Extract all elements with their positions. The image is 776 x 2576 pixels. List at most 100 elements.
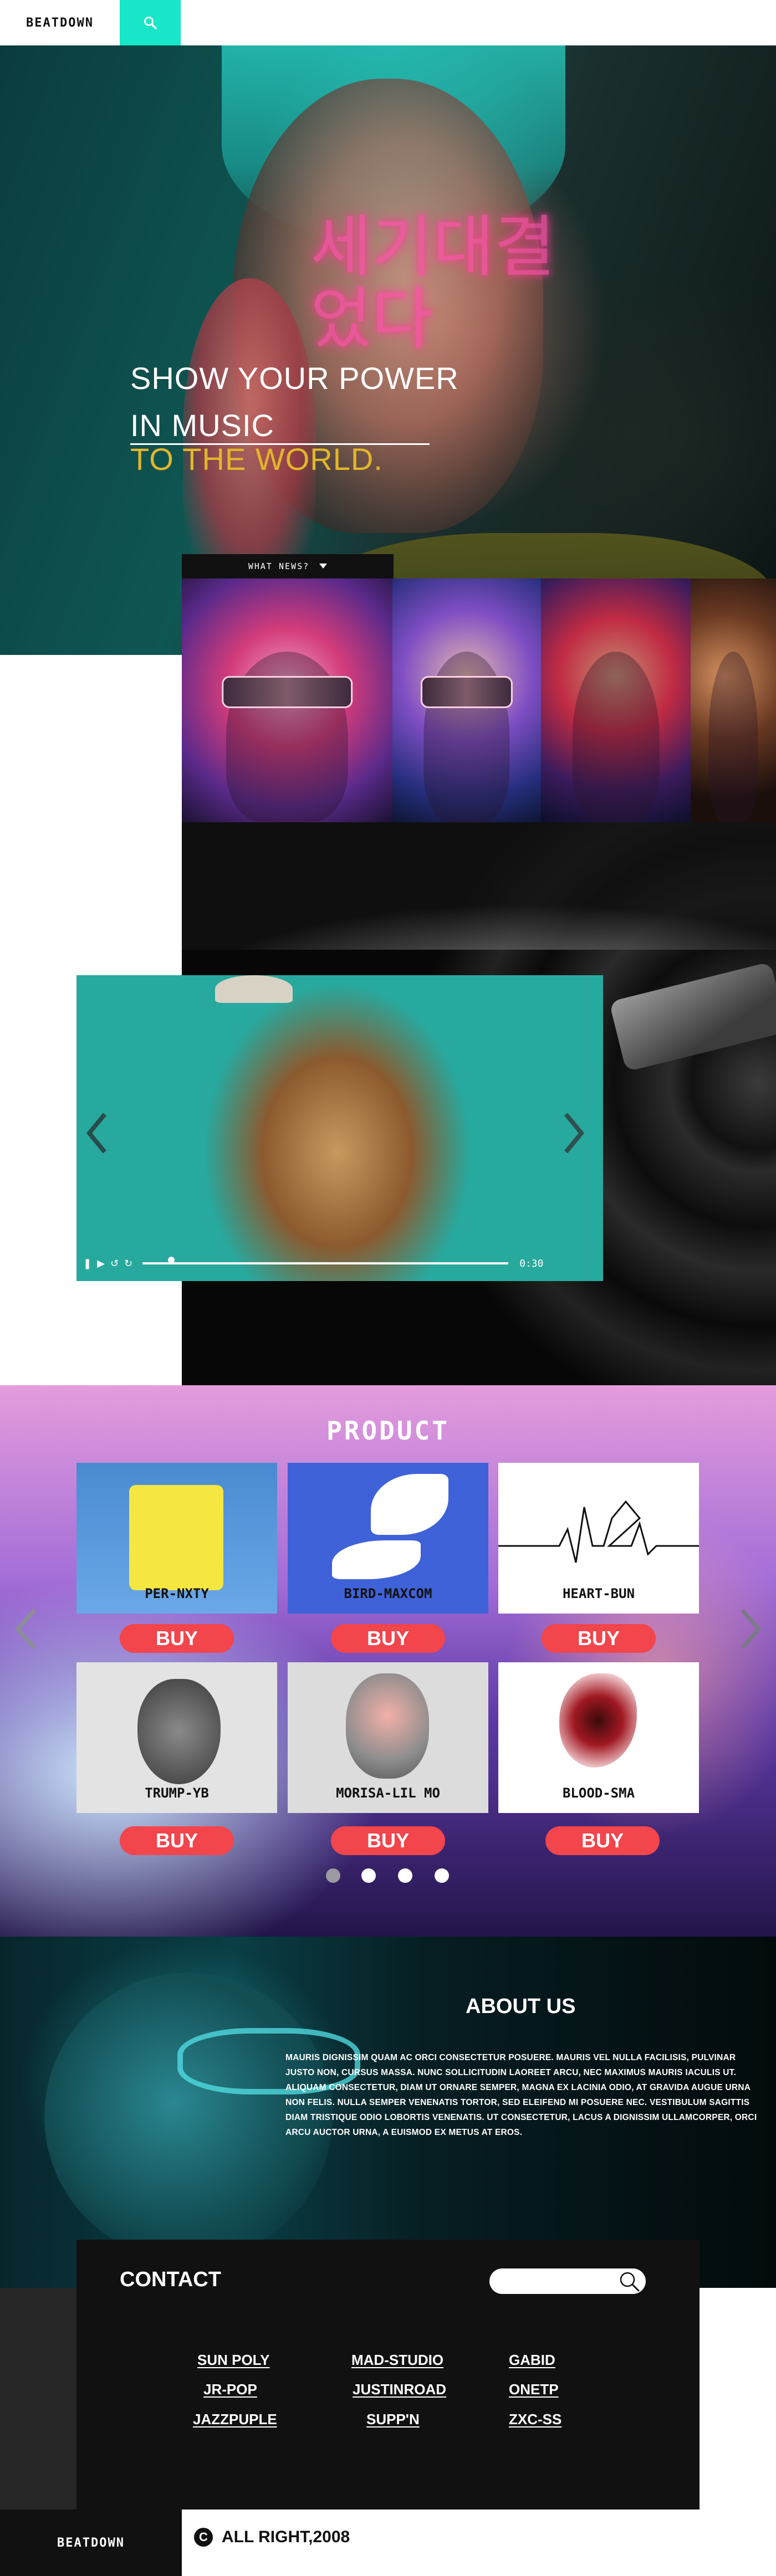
product-name: TRUMP-YB bbox=[145, 1785, 209, 1801]
buy-button[interactable]: BUY bbox=[542, 1624, 656, 1653]
about-title: ABOUT US bbox=[466, 1995, 576, 2018]
copyright-text: ALL RIGHT,2008 bbox=[222, 2528, 350, 2546]
product-next-arrow[interactable] bbox=[739, 1607, 763, 1659]
carousel-dot[interactable] bbox=[398, 1868, 412, 1883]
cassette-glasses-graphic bbox=[420, 676, 513, 708]
statue-graphic bbox=[346, 1673, 429, 1779]
search-icon bbox=[144, 17, 157, 29]
video-prev-arrow[interactable] bbox=[86, 1111, 108, 1162]
buy-button[interactable]: BUY bbox=[120, 1826, 234, 1855]
video-time: 0:30 bbox=[519, 1257, 544, 1269]
chevron-right-icon bbox=[741, 1609, 762, 1650]
buy-button[interactable]: BUY bbox=[545, 1826, 660, 1855]
contact-link-justinroad[interactable]: JUSTINROAD bbox=[353, 2381, 446, 2398]
nav-dot bbox=[244, 35, 248, 39]
buy-button[interactable]: BUY bbox=[120, 1624, 234, 1653]
vinyl-record-graphic bbox=[182, 822, 776, 950]
contact-link-zxc-ss[interactable]: ZXC-SS bbox=[509, 2411, 561, 2428]
product-card-2[interactable]: BIRD-MAXCOM bbox=[288, 1463, 488, 1614]
chevron-left-icon bbox=[15, 1609, 36, 1650]
product-card-3[interactable]: HEART-BUN bbox=[498, 1463, 699, 1614]
contact-title: CONTACT bbox=[120, 2268, 221, 2291]
product-card-4[interactable]: TRUMP-YB bbox=[76, 1662, 277, 1813]
chevron-right-icon bbox=[564, 1113, 585, 1154]
product-card-1[interactable]: PER-NXTY bbox=[76, 1463, 277, 1614]
what-news-dropdown[interactable]: WHAT NEWS? bbox=[182, 554, 394, 578]
product-name: MORISA-LIL MO bbox=[336, 1785, 440, 1801]
contact-search-input[interactable] bbox=[497, 2273, 608, 2290]
bird-graphic bbox=[332, 1540, 421, 1579]
hero-headline-line2: IN MUSIC bbox=[130, 408, 274, 443]
hero-headline-line3: TO THE WORLD. bbox=[130, 442, 383, 477]
header-search-button[interactable] bbox=[120, 0, 181, 45]
product-name: BIRD-MAXCOM bbox=[344, 1586, 432, 1601]
product-card-6[interactable]: BLOOD-SMA bbox=[498, 1662, 699, 1813]
replay-icon[interactable]: ↻ bbox=[124, 1258, 132, 1269]
news-person-graphic bbox=[708, 652, 758, 822]
contact-link-sun-poly[interactable]: SUN POLY bbox=[197, 2352, 270, 2369]
product-prev-arrow[interactable] bbox=[13, 1607, 38, 1659]
contact-link-mad-studio[interactable]: MAD-STUDIO bbox=[351, 2352, 443, 2369]
nav-home-label: HOME bbox=[224, 14, 268, 30]
footer-copyright: C ALL RIGHT,2008 bbox=[194, 2528, 350, 2547]
nav-beat[interactable]: BEAT bbox=[330, 14, 367, 39]
product-name: PER-NXTY bbox=[145, 1586, 209, 1601]
nav-home[interactable]: HOME bbox=[224, 14, 268, 39]
nav-dot bbox=[471, 35, 475, 39]
news-card-2[interactable] bbox=[392, 578, 541, 822]
play-icon[interactable]: ▶ bbox=[97, 1258, 105, 1269]
sponge-graphic bbox=[129, 1485, 223, 1590]
contact-left-block bbox=[0, 2288, 76, 2510]
cassette-glasses-graphic bbox=[222, 676, 353, 708]
nav-dot bbox=[687, 35, 691, 39]
caret-down-icon bbox=[319, 564, 328, 569]
nav-subscribe-label: SUBSCRIBE bbox=[646, 14, 732, 30]
heartbeat-graphic bbox=[498, 1500, 699, 1563]
video-person-cap-graphic bbox=[215, 975, 293, 1003]
contact-link-gabid[interactable]: GABID bbox=[509, 2352, 555, 2369]
rewind-icon[interactable]: ↺ bbox=[110, 1258, 119, 1269]
video-progress-knob[interactable] bbox=[168, 1257, 175, 1263]
product-name: HEART-BUN bbox=[562, 1586, 635, 1601]
nav-about-us[interactable]: ABOUT US bbox=[435, 14, 510, 39]
about-body: MAURIS DIGNISSIM QUAM AC ORCI CONSECTETU… bbox=[285, 2053, 757, 2137]
news-card-4[interactable] bbox=[691, 578, 776, 822]
hero-headline-line1: SHOW YOUR POWER bbox=[130, 361, 459, 396]
nav-subscribe[interactable]: SUBSCRIBE bbox=[646, 14, 731, 39]
nav-beat-label: BEAT bbox=[330, 14, 368, 30]
nav-about-us-label: ABOUT US bbox=[435, 14, 510, 30]
video-next-arrow[interactable] bbox=[563, 1111, 585, 1162]
nav-contact[interactable]: CONTACT bbox=[541, 14, 611, 39]
contact-link-suppn[interactable]: SUPP'N bbox=[366, 2411, 420, 2428]
product-title: PRODUCT bbox=[326, 1416, 450, 1446]
heart-sketch-graphic bbox=[137, 1679, 221, 1784]
buy-button[interactable]: BUY bbox=[331, 1624, 445, 1653]
chevron-left-icon bbox=[86, 1113, 107, 1154]
product-card-5[interactable]: MORISA-LIL MO bbox=[288, 1662, 488, 1813]
video-progress-bar[interactable] bbox=[142, 1257, 509, 1264]
video-player[interactable] bbox=[76, 975, 603, 1281]
carousel-dot[interactable] bbox=[361, 1868, 376, 1883]
news-person-graphic bbox=[572, 652, 660, 822]
nav-dot bbox=[347, 35, 351, 39]
carousel-dot[interactable] bbox=[326, 1868, 340, 1883]
contact-link-jazzpuple[interactable]: JAZZPUPLE bbox=[193, 2411, 277, 2428]
site-logo-text: BEATDOWN bbox=[26, 16, 94, 30]
footer-logo[interactable]: BEATDOWN bbox=[0, 2510, 182, 2576]
site-logo[interactable]: BEATDOWN bbox=[0, 0, 120, 45]
video-controls: ❚ ▶ ↺ ↻ 0:30 bbox=[83, 1255, 549, 1272]
search-icon[interactable] bbox=[618, 2270, 640, 2292]
contact-link-jr-pop[interactable]: JR-POP bbox=[203, 2381, 257, 2398]
blood-splash-graphic bbox=[559, 1673, 637, 1768]
nav-dot bbox=[574, 35, 578, 39]
news-card-3[interactable] bbox=[541, 578, 691, 822]
pause-icon[interactable]: ❚ bbox=[83, 1258, 91, 1269]
carousel-dot[interactable] bbox=[435, 1868, 449, 1883]
what-news-label: WHAT NEWS? bbox=[248, 561, 310, 571]
buy-button[interactable]: BUY bbox=[331, 1826, 445, 1855]
news-card-1[interactable] bbox=[182, 578, 392, 822]
contact-link-onetp[interactable]: ONETP bbox=[509, 2381, 559, 2398]
footer-logo-text: BEATDOWN bbox=[57, 2536, 125, 2550]
contact-search-field[interactable] bbox=[489, 2268, 646, 2294]
nav-contact-label: CONTACT bbox=[541, 14, 611, 30]
